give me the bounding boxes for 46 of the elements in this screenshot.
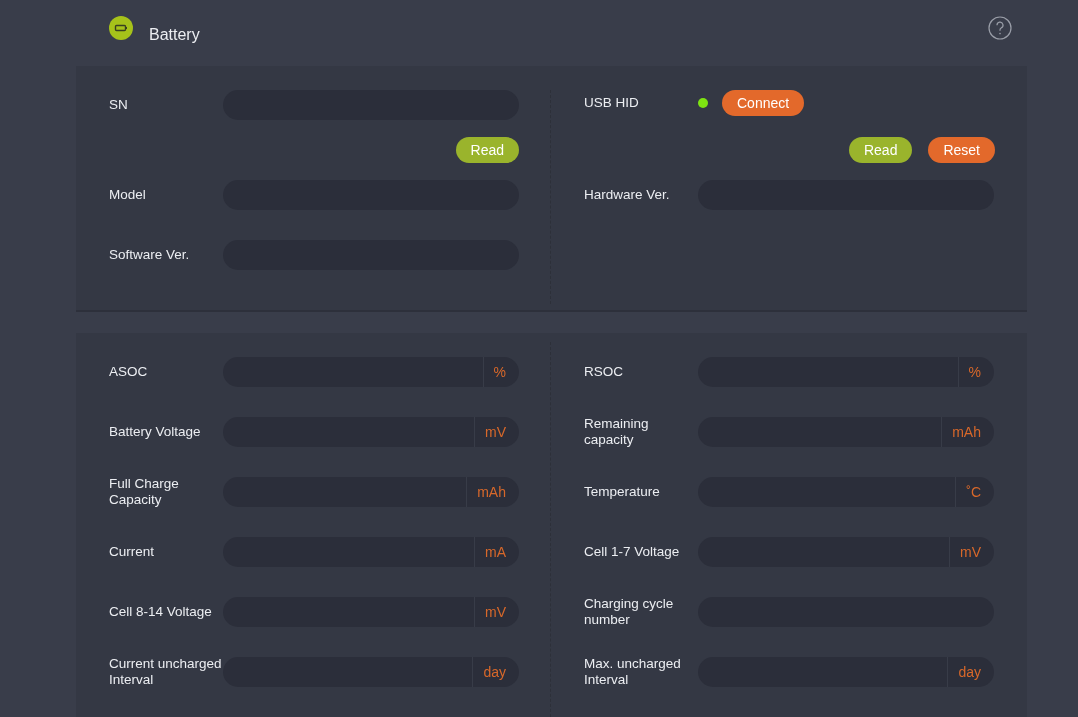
page-title: Battery	[149, 26, 200, 44]
input-field[interactable]: mA	[223, 537, 519, 567]
input-field[interactable]: mAh	[223, 477, 519, 507]
field-label: Full Charge Capacity	[109, 476, 180, 508]
unit-label: ˚C	[955, 477, 994, 507]
field-label: Current uncharged Interval	[109, 656, 223, 688]
field-label: Hardware Ver.	[584, 187, 671, 203]
reset-button[interactable]: Reset	[928, 137, 995, 163]
battery-icon	[109, 16, 133, 40]
help-icon[interactable]	[988, 16, 1012, 40]
unit-label: %	[482, 357, 519, 387]
field-label: Software Ver.	[109, 247, 191, 263]
unit-label: mV	[474, 417, 519, 447]
unit-label: day	[947, 657, 994, 687]
field-label: Cell 8-14 Voltage	[109, 604, 213, 620]
input-field[interactable]: mV	[698, 537, 994, 567]
input-field[interactable]: mV	[223, 417, 519, 447]
input-field[interactable]: day	[223, 657, 519, 687]
field-label: Battery Voltage	[109, 424, 202, 440]
connect-button[interactable]: Connect	[722, 90, 805, 116]
field-label: Model	[109, 187, 147, 203]
field-label: RSOC	[584, 364, 624, 380]
field-label: Charging cycle number	[584, 596, 675, 628]
unit-label: mAh	[941, 417, 994, 447]
input-field[interactable]: day	[698, 657, 994, 687]
field-label: Max. uncharged Interval	[584, 656, 682, 688]
connection-label: USB HID	[584, 95, 640, 111]
field-label: Remaining capacity	[584, 416, 650, 448]
input-field[interactable]: %	[698, 357, 994, 387]
field-label: Temperature	[584, 484, 661, 500]
field-label: Cell 1-7 Voltage	[584, 544, 681, 560]
input-field[interactable]: ˚C	[698, 477, 994, 507]
unit-label: mV	[949, 537, 994, 567]
field-label: SN	[109, 97, 129, 113]
read-button[interactable]: Read	[848, 137, 913, 163]
unit-label: %	[957, 357, 994, 387]
input-field[interactable]: mV	[223, 597, 519, 627]
input-field[interactable]: mAh	[698, 417, 994, 447]
unit-label: mA	[474, 537, 519, 567]
field-label: Current	[109, 544, 155, 560]
field-label: ASOC	[109, 364, 149, 380]
unit-label: mAh	[466, 477, 519, 507]
unit-label: day	[472, 657, 519, 687]
unit-label: mV	[474, 597, 519, 627]
input-field[interactable]: %	[223, 357, 519, 387]
read-button[interactable]: Read	[455, 137, 519, 163]
